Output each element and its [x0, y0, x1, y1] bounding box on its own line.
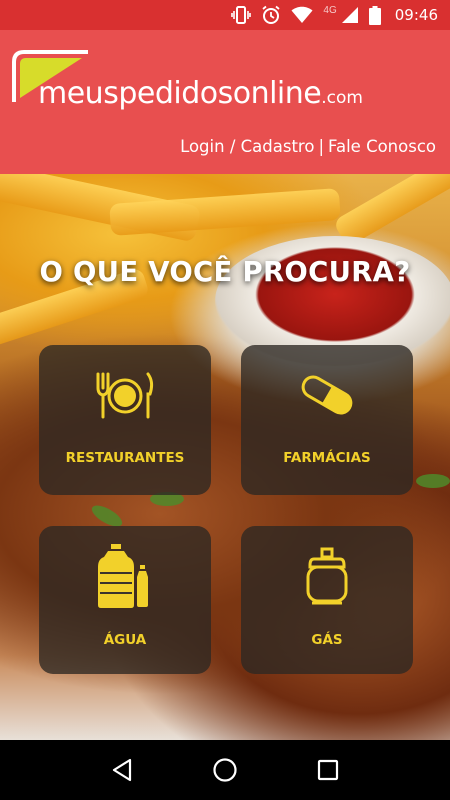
top-links: Login / Cadastro | Fale Conosco [180, 137, 436, 156]
logo[interactable]: meuspedidosonline.com [12, 48, 392, 128]
category-label: GÁS [311, 632, 343, 648]
wifi-icon [291, 6, 313, 23]
water-bottle-icon [39, 526, 211, 626]
category-agua[interactable]: ÁGUA [39, 526, 211, 674]
link-separator: | [318, 137, 324, 156]
logo-text: meuspedidosonline.com [38, 76, 363, 111]
category-gas[interactable]: GÁS [241, 526, 413, 674]
category-label: FARMÁCIAS [283, 450, 371, 466]
category-farmacias[interactable]: FARMÁCIAS [241, 345, 413, 495]
category-label: RESTAURANTES [65, 450, 185, 466]
network-type-label: 4G [323, 4, 337, 16]
category-label: ÁGUA [103, 632, 147, 648]
category-restaurantes[interactable]: RESTAURANTES [39, 345, 211, 495]
app-header: meuspedidosonline.com Login / Cadastro | F… [0, 30, 450, 174]
system-nav-bar [0, 740, 450, 800]
signal-icon [341, 7, 358, 23]
contact-link[interactable]: Fale Conosco [328, 137, 436, 156]
battery-icon [368, 5, 381, 25]
page-title: O QUE VOCÊ PROCURA? [39, 256, 411, 288]
hero-section: O QUE VOCÊ PROCURA? RESTAURANTES FARMÁCI… [0, 174, 450, 740]
plate-cutlery-icon [39, 345, 211, 445]
home-icon[interactable] [205, 750, 245, 790]
pill-icon [241, 345, 413, 445]
back-icon[interactable] [102, 750, 142, 790]
background-decoration [416, 474, 450, 488]
status-bar: 4G 09:46 [0, 0, 450, 30]
login-link[interactable]: Login / Cadastro [180, 137, 314, 156]
gas-cylinder-icon [241, 526, 413, 626]
alarm-icon [262, 5, 280, 24]
recents-icon[interactable] [308, 750, 348, 790]
vibrate-icon [231, 6, 252, 24]
clock: 09:46 [394, 6, 438, 24]
